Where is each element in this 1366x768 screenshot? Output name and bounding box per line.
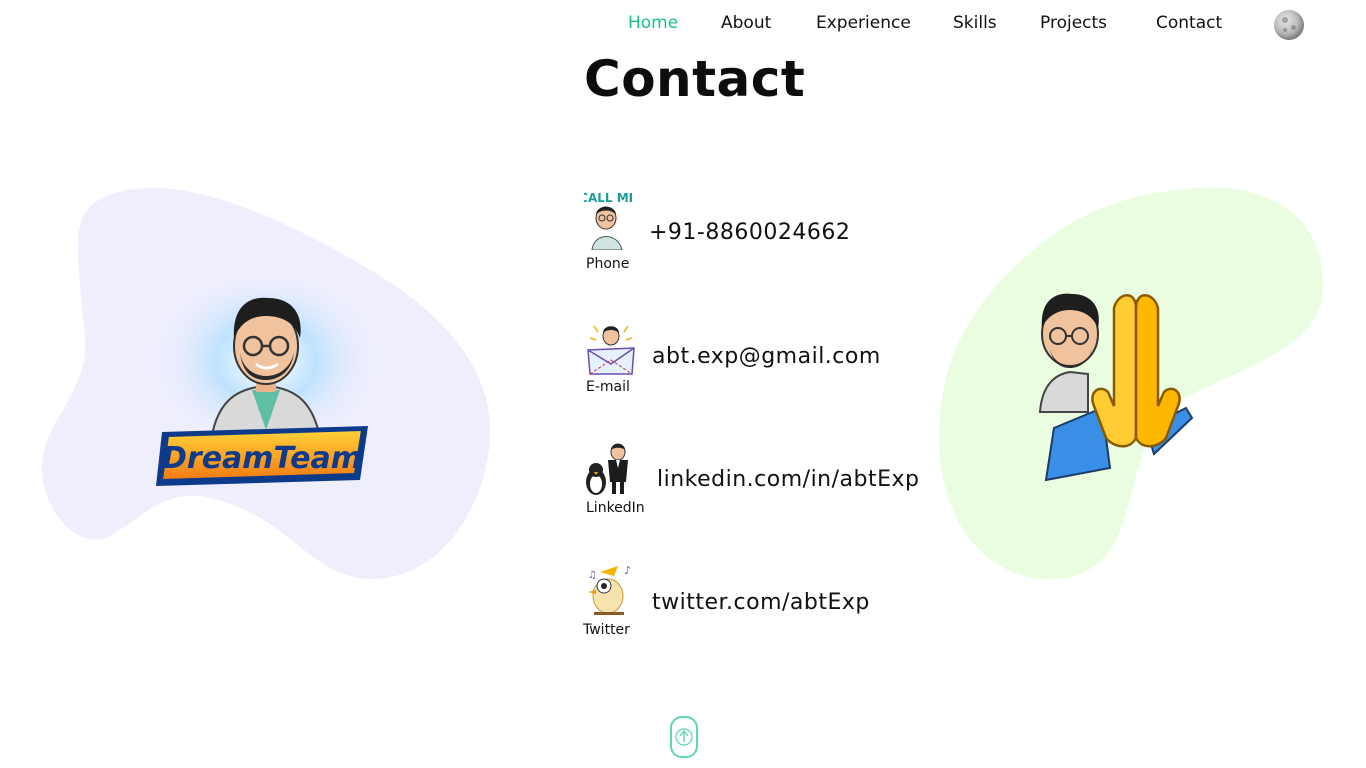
dreamteam-avatar-illustration: DreamTeam [154, 280, 378, 486]
nav-projects[interactable]: Projects [1040, 13, 1107, 33]
nav-home[interactable]: Home [628, 13, 678, 33]
envelope-avatar-icon [587, 325, 635, 375]
email-link[interactable]: abt.exp@gmail.com [652, 344, 881, 369]
phone-link[interactable]: +91-8860024662 [649, 220, 850, 245]
moon-icon[interactable] [1274, 10, 1304, 40]
nav-contact[interactable]: Contact [1156, 13, 1222, 33]
contact-label-linkedin: LinkedIn [586, 500, 645, 516]
nav-about[interactable]: About [721, 13, 771, 33]
svg-text:CALL ME: CALL ME [584, 191, 632, 205]
nav-experience[interactable]: Experience [816, 13, 911, 33]
nav-skills[interactable]: Skills [953, 13, 997, 33]
svg-text:♪: ♪ [624, 564, 631, 577]
scroll-to-top-button[interactable] [670, 716, 698, 758]
contact-label-twitter: Twitter [583, 622, 630, 638]
bird-icon: ♪ ♫ [588, 564, 631, 615]
dreamteam-badge-text: DreamTeam [162, 441, 362, 476]
page-title: Contact [584, 50, 806, 108]
svg-text:♫: ♫ [588, 570, 597, 581]
call-me-avatar-icon: CALL ME [584, 191, 632, 250]
contact-label-phone: Phone [586, 256, 630, 272]
arrow-up-icon [675, 728, 693, 746]
contact-label-email: E-mail [586, 379, 630, 395]
folded-hands-avatar-icon [1038, 293, 1194, 482]
page: Home About Experience Skills Projects Co… [0, 0, 1366, 768]
twitter-link[interactable]: twitter.com/abtExp [652, 590, 870, 615]
penguin-avatar-icon [586, 443, 628, 495]
linkedin-link[interactable]: linkedin.com/in/abtExp [657, 467, 920, 492]
